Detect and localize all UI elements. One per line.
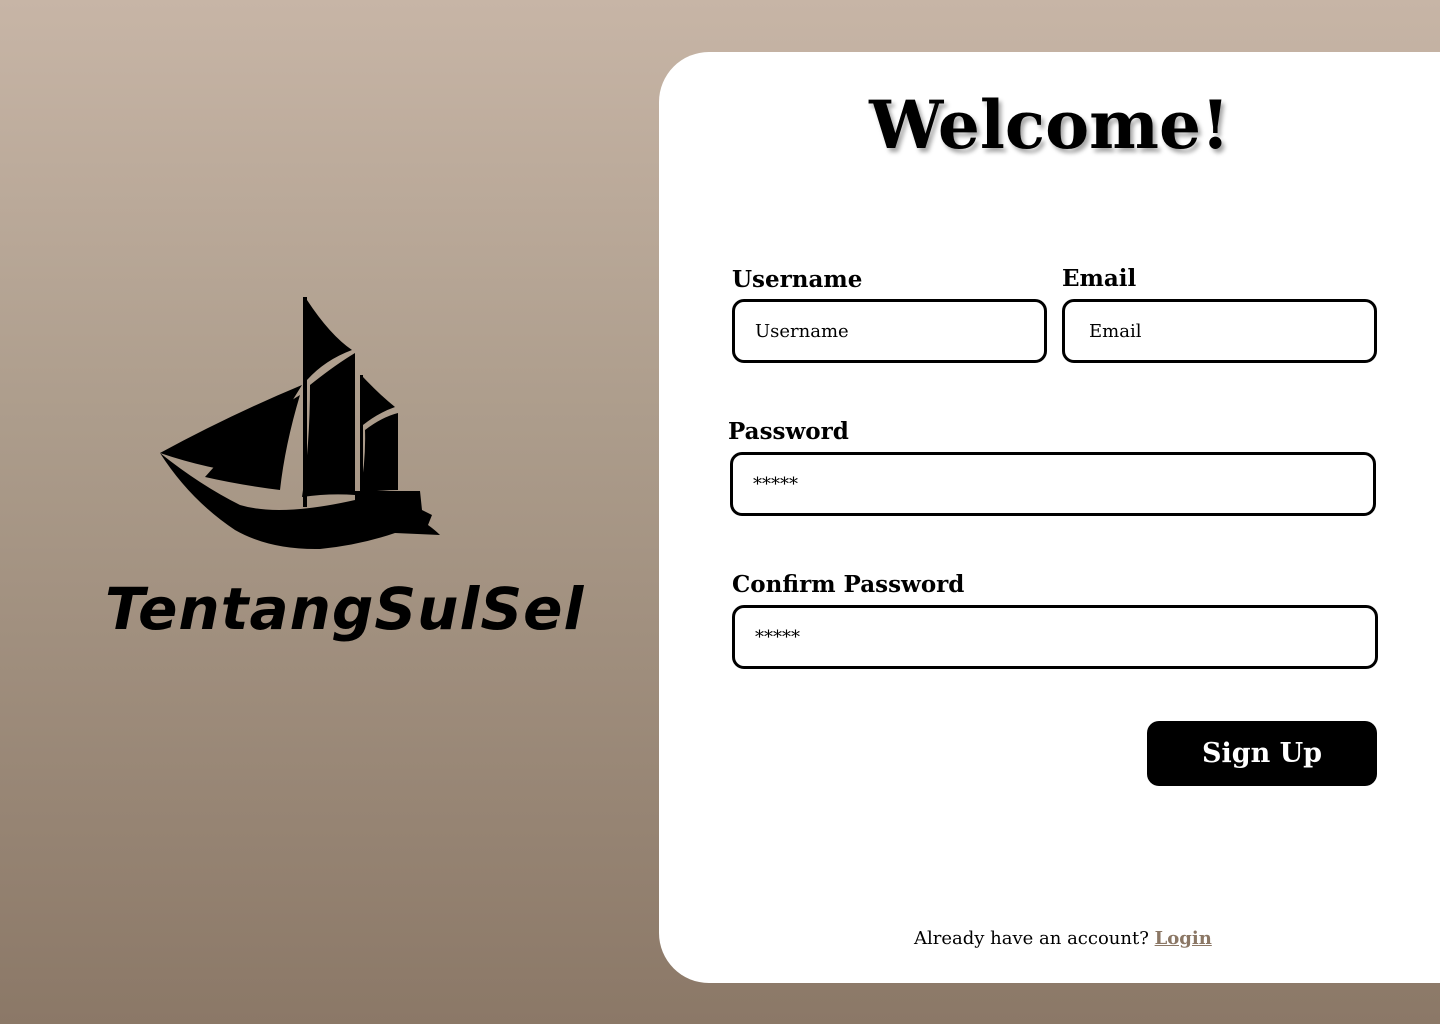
- password-label: Password: [728, 418, 849, 445]
- signup-card: Welcome! Username Email Password Confirm…: [659, 52, 1440, 983]
- username-input[interactable]: [732, 299, 1047, 363]
- email-input[interactable]: [1062, 299, 1377, 363]
- username-label: Username: [732, 266, 863, 293]
- confirm-password-input[interactable]: [732, 605, 1378, 669]
- brand-name: TentangSulSel: [105, 575, 585, 643]
- confirm-password-label: Confirm Password: [732, 571, 965, 598]
- sailing-ship-icon: [160, 297, 440, 550]
- page-title: Welcome!: [869, 86, 1230, 164]
- password-input[interactable]: [730, 452, 1376, 516]
- sign-up-button[interactable]: Sign Up: [1147, 721, 1377, 786]
- footer-prompt: Already have an account?: [914, 928, 1149, 949]
- email-label: Email: [1062, 265, 1137, 292]
- login-link[interactable]: Login: [1155, 928, 1212, 949]
- brand-panel: TentangSulSel: [60, 280, 583, 680]
